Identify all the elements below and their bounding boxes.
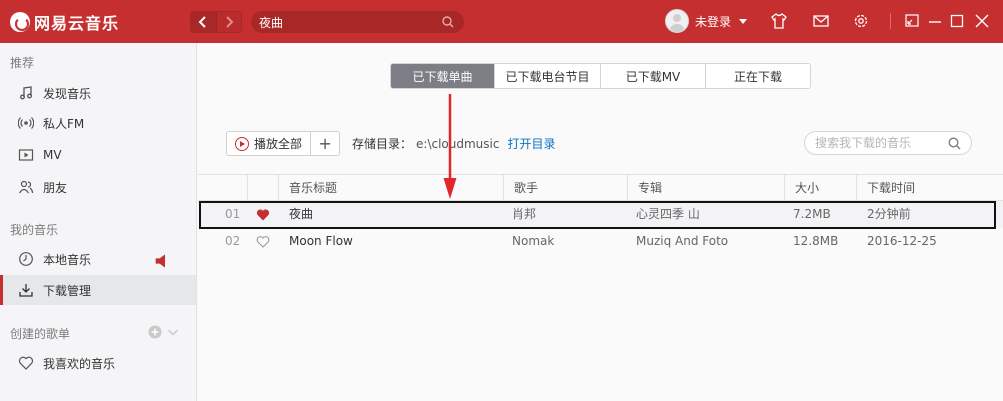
mail-icon[interactable] [812,12,830,30]
avatar[interactable] [665,9,689,33]
music-note-icon [20,86,32,100]
play-all-group: 播放全部 + [226,131,341,156]
storage-dir-label: 存储目录： [352,137,413,151]
search-icon[interactable] [442,16,454,28]
sidebar-item-downloads[interactable]: 下载管理 [0,275,196,305]
app-brand: 网易云音乐 [34,14,120,33]
minimize-icon[interactable] [926,12,944,30]
sidebar-item-liked-music[interactable]: 我喜欢的音乐 [0,348,196,378]
search-icon[interactable] [948,137,961,150]
download-tabs: 已下载单曲 已下载电台节目 已下载MV 正在下载 [390,63,811,89]
sidebar-section-recommend: 推荐 [10,56,35,70]
clock-icon [19,252,33,266]
local-search [804,131,972,155]
tab-downloaded-songs[interactable]: 已下载单曲 [391,64,495,88]
history-nav [190,11,242,33]
window-controls-divider [890,13,891,29]
friends-icon [18,180,34,194]
play-all-button[interactable]: 播放全部 [227,132,312,155]
table-row[interactable]: 02 Moon Flow Nomak Muziq And Foto 12.8MB… [198,228,1003,255]
add-to-playlist-button[interactable]: + [311,132,339,155]
sidebar-item-label: MV [43,148,62,162]
playlist-actions [148,325,180,339]
gear-icon[interactable] [852,12,870,30]
open-dir-link[interactable]: 打开目录 [507,135,555,152]
tab-downloaded-mv[interactable]: 已下载MV [601,64,706,88]
global-search-input[interactable] [259,13,439,31]
row-album[interactable]: Muziq And Foto [636,228,728,255]
maximize-icon[interactable] [948,12,966,30]
back-button[interactable] [191,12,216,32]
column-header-artist[interactable]: 歌手 [503,175,627,201]
chevron-right-icon [226,16,234,28]
column-header-album[interactable]: 专辑 [627,175,784,201]
chevron-down-icon[interactable] [166,325,180,339]
highlight-box [199,201,996,229]
video-icon [18,149,34,161]
tab-downloaded-radio[interactable]: 已下载电台节目 [495,64,601,88]
row-size: 12.8MB [793,234,839,248]
caret-down-icon[interactable] [739,18,748,24]
sidebar-item-label: 本地音乐 [43,252,92,267]
local-search-input[interactable] [815,135,945,151]
speaker-icon [155,254,165,268]
sidebar-section-my-music: 我的音乐 [10,223,59,237]
table-header: 音乐标题 歌手 专辑 大小 下载时间 [198,174,1003,201]
mini-mode-icon[interactable] [903,12,921,30]
app-logo[interactable]: 网易云音乐 [10,11,119,33]
row-download-time: 2016-12-25 [867,234,937,248]
radio-icon [18,117,34,129]
sidebar-item-fm[interactable]: 私人FM [0,108,196,138]
sidebar-section-playlists: 创建的歌单 [10,327,71,341]
play-all-label: 播放全部 [254,137,303,151]
heart-outline-icon [18,356,34,370]
download-icon [19,284,33,297]
row-artist[interactable]: Nomak [512,228,554,255]
user-menu[interactable]: 未登录 [665,9,748,33]
play-circle-icon [235,136,249,151]
sidebar-item-mv[interactable]: MV [0,140,196,170]
add-playlist-icon[interactable] [148,325,162,339]
close-icon[interactable] [973,12,991,30]
column-header-title[interactable]: 音乐标题 [278,175,503,201]
sidebar-item-label: 发现音乐 [43,86,92,101]
skin-tshirt-icon[interactable] [770,12,788,30]
heart-outline-icon[interactable] [256,235,270,248]
tab-downloading[interactable]: 正在下载 [706,64,810,88]
row-index: 02 [225,234,241,248]
column-header-size[interactable]: 大小 [784,175,856,201]
chevron-left-icon [198,16,206,28]
sidebar-item-label: 朋友 [43,180,68,195]
row-title: Moon Flow [289,234,353,248]
sidebar-item-local-music[interactable]: 本地音乐 [0,244,196,274]
sidebar-item-label: 我喜欢的音乐 [43,356,116,371]
sidebar-item-friends[interactable]: 朋友 [0,172,196,202]
annotation-arrow-icon [443,94,457,199]
downloads-toolbar: 播放全部 + 存储目录： e:\cloudmusic 打开目录 [226,131,556,156]
forward-button[interactable] [215,12,241,32]
sidebar-item-label: 下载管理 [43,283,92,298]
column-header-download-time[interactable]: 下载时间 [856,175,1003,201]
sidebar-item-discover[interactable]: 发现音乐 [0,78,196,108]
global-search [251,11,464,33]
sidebar-item-label: 私人FM [43,116,85,131]
sidebar: 推荐 发现音乐 私人FM MV 朋友 我的音乐 本地音乐 下载管理 创建的歌单 … [0,43,197,401]
title-bar: 网易云音乐 未登录 [0,0,1003,43]
netease-logo-icon [10,12,30,32]
user-name[interactable]: 未登录 [695,13,731,30]
